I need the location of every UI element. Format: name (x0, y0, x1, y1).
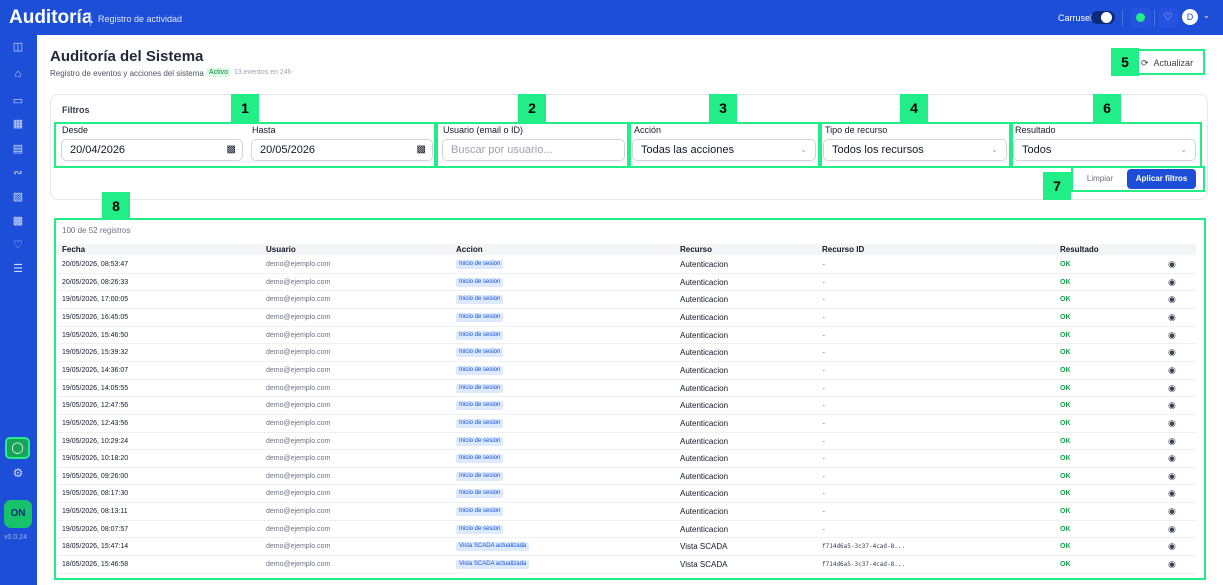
database-icon[interactable]: ☰ (11, 262, 25, 276)
status-dot-icon (1136, 13, 1145, 22)
filters-title: Filtros (62, 105, 90, 115)
carrusel-toggle-knob (1101, 12, 1112, 23)
notifications-bell-icon[interactable]: ♡ (1158, 8, 1178, 28)
header-subtitle: Registro de actividad (98, 14, 183, 24)
carrusel-label: Carrusel (1058, 13, 1093, 23)
route-icon[interactable]: ∾ (11, 166, 25, 180)
annotation-box-3 (629, 122, 820, 168)
on-status-button[interactable]: ON (4, 500, 32, 528)
gear-icon[interactable]: ⚙ (11, 466, 25, 480)
annotation-label: 3 (709, 94, 737, 122)
status-badge: Activo (206, 68, 232, 77)
bell-icon[interactable]: ♡ (11, 238, 25, 252)
page-title: Auditoría del Sistema (50, 48, 204, 65)
monitor-icon[interactable]: ▭ (11, 94, 25, 108)
annotation-box-6 (1011, 122, 1202, 168)
grid-icon[interactable]: ◫ (11, 40, 25, 54)
annotation-box-4 (820, 122, 1011, 168)
annotation-label: 2 (518, 94, 546, 122)
clipboard-icon[interactable]: ▧ (11, 190, 25, 204)
annotation-label: 7 (1043, 172, 1071, 200)
annotation-label: 4 (900, 94, 928, 122)
chevron-down-icon[interactable]: ⌄ (1203, 11, 1210, 20)
home-icon[interactable]: ⌂ (11, 67, 25, 81)
annotation-label: 6 (1093, 94, 1121, 122)
widgets-icon[interactable]: ▦ (11, 117, 25, 131)
user-avatar[interactable]: D (1182, 9, 1198, 25)
annotation-box-7 (1071, 166, 1205, 192)
annotation-label: 5 (1111, 48, 1139, 76)
shield-icon[interactable]: ◯ (5, 437, 30, 459)
annotation-label: 1 (231, 94, 259, 122)
events-summary: 13 eventos en 24h (234, 69, 292, 76)
app-brand[interactable]: Auditoría (9, 7, 92, 29)
annotation-box-5 (1136, 49, 1205, 75)
document-icon[interactable]: ▤ (11, 142, 25, 156)
brand-divider (90, 12, 91, 26)
annotation-label: 8 (102, 192, 130, 220)
annotation-box-1 (54, 122, 436, 168)
calendar-icon[interactable]: ▩ (11, 214, 25, 228)
page-description: Registro de eventos y acciones del siste… (50, 69, 204, 78)
app-version: v0.0.24 (4, 534, 27, 541)
top-bar (0, 0, 1223, 35)
annotation-box-8 (54, 218, 1206, 580)
header-divider (1154, 10, 1155, 26)
annotation-box-2 (436, 122, 629, 168)
header-divider (1122, 10, 1123, 26)
